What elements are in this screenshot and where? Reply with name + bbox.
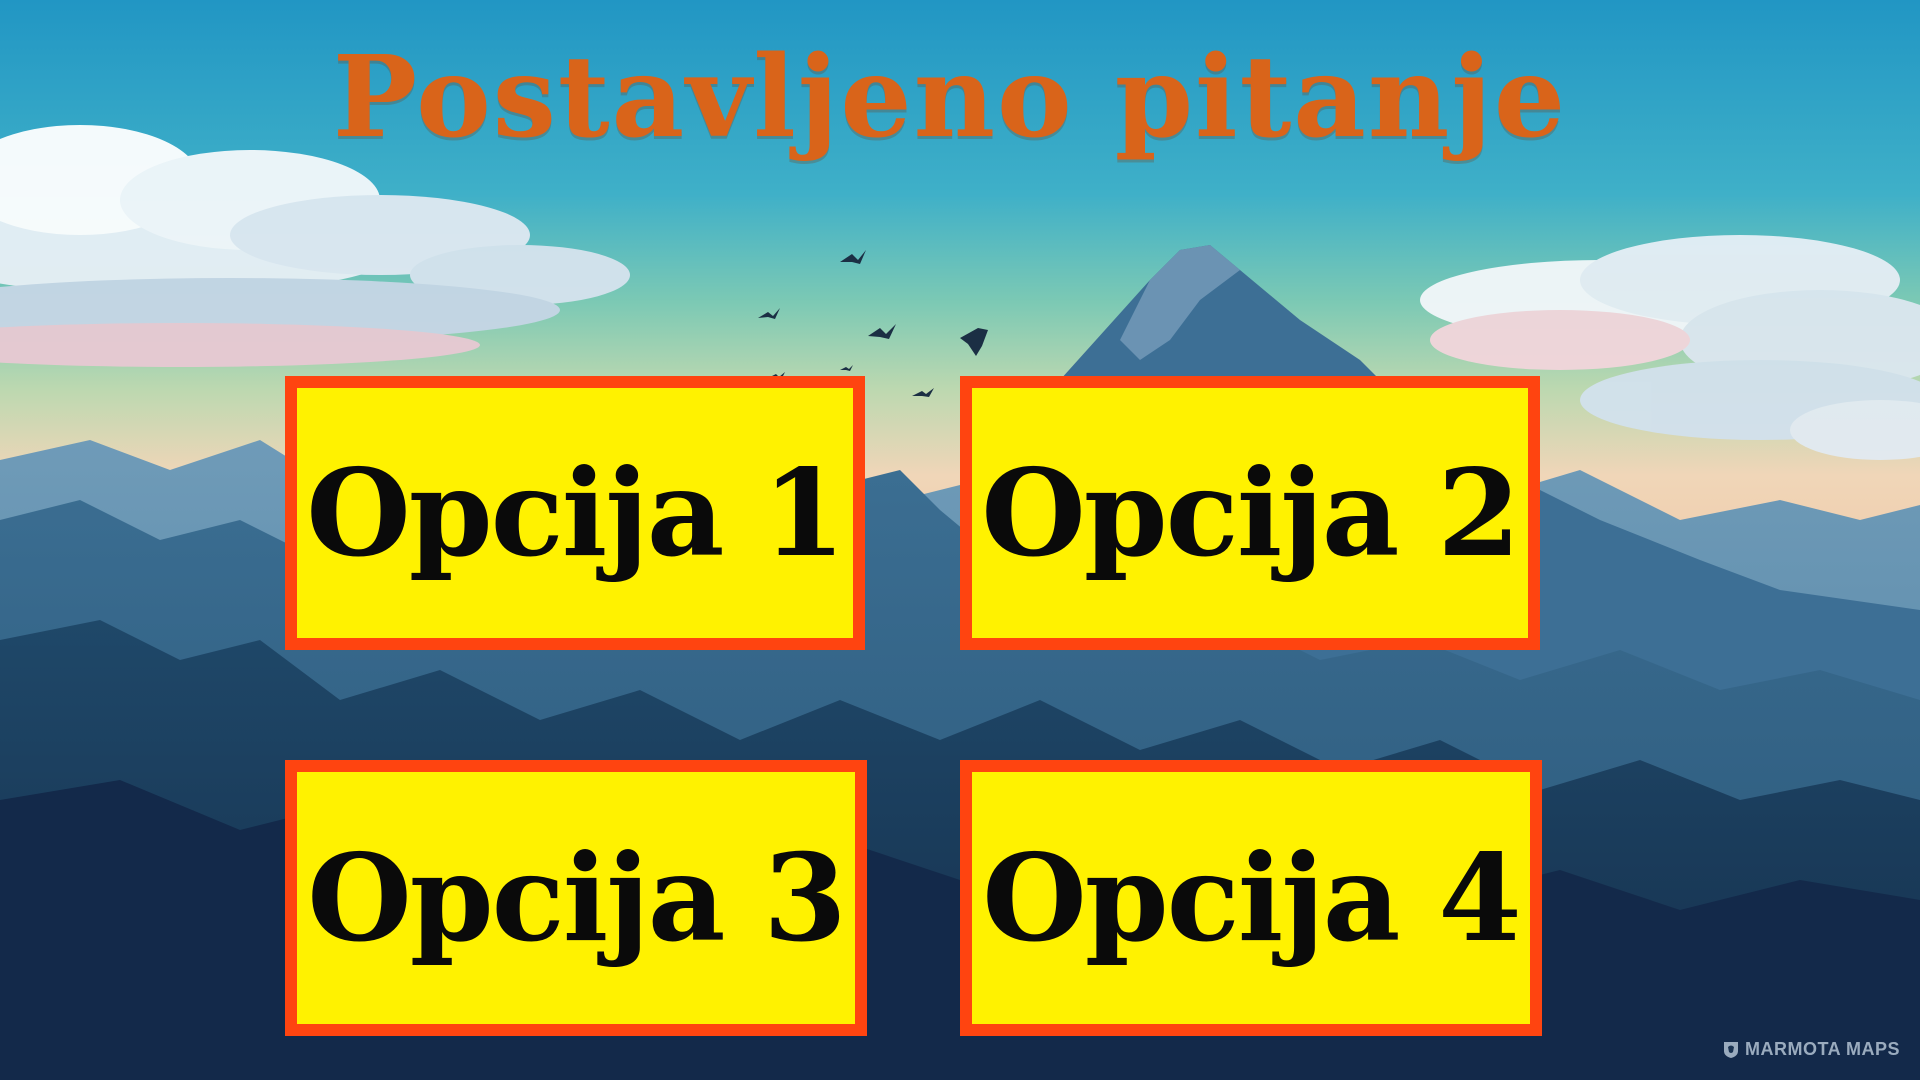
answer-option-1-button[interactable]: Opcija 1 (285, 376, 865, 650)
answer-option-1-label: Opcija 1 (306, 442, 846, 584)
watermark-text: MARMOTA MAPS (1745, 1039, 1900, 1059)
answer-option-3-label: Opcija 3 (307, 827, 847, 969)
answer-option-4-button[interactable]: Opcija 4 (960, 760, 1542, 1036)
question-title: Postavljeno pitanje (332, 32, 1568, 163)
game-screen: Postavljeno pitanje Opcija 1 Opcija 2 Op… (0, 0, 1920, 1080)
answer-option-3-button[interactable]: Opcija 3 (285, 760, 867, 1036)
marmot-shield-icon (1723, 1041, 1739, 1059)
answer-option-4-label: Opcija 4 (982, 827, 1522, 969)
answer-option-2-label: Opcija 2 (981, 442, 1521, 584)
watermark: MARMOTA MAPS (1723, 1039, 1900, 1060)
answer-option-2-button[interactable]: Opcija 2 (960, 376, 1540, 650)
